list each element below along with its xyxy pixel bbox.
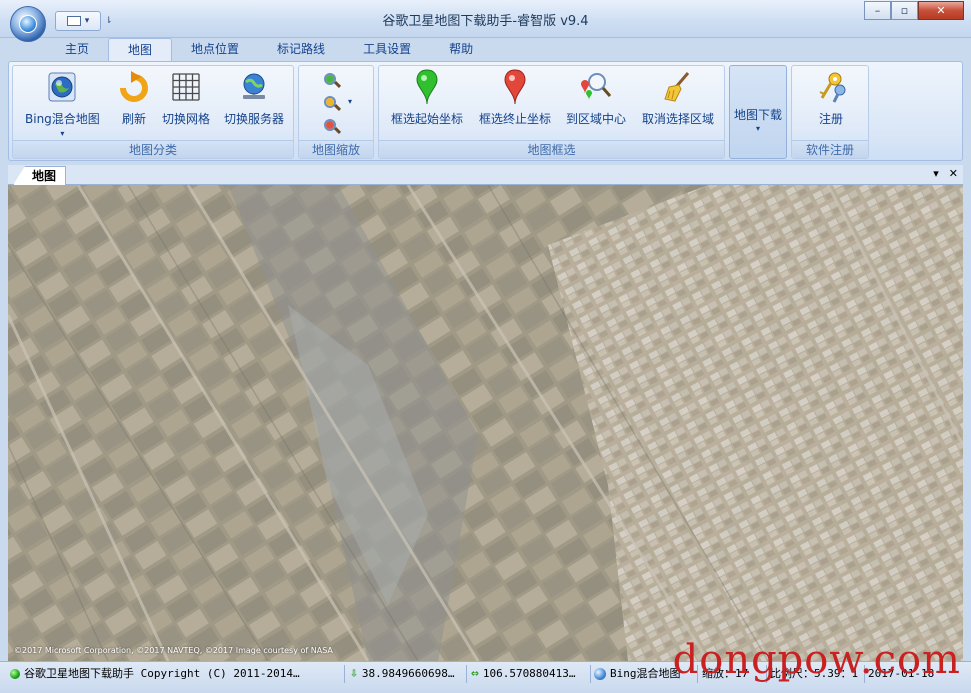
red-pin-icon xyxy=(498,69,532,105)
group-map-zoom-label: 地图缩放 xyxy=(299,140,373,158)
broom-icon xyxy=(661,70,695,104)
go-to-area-center-button[interactable]: 到区域中心 xyxy=(566,70,626,127)
zoom-out-dropdown-arrow[interactable]: ▾ xyxy=(348,97,352,106)
status-ok-icon xyxy=(10,669,20,679)
select-end-coordinate-button[interactable]: 框选终止坐标 xyxy=(479,69,552,127)
document-tab-controls: ▾ ✕ xyxy=(933,167,958,180)
restore-button[interactable]: ▫ xyxy=(891,1,918,20)
select-start-coordinate-label: 框选起始坐标 xyxy=(391,112,464,126)
document-close-button[interactable]: ✕ xyxy=(949,167,958,180)
tab-location[interactable]: 地点位置 xyxy=(172,38,258,62)
zoom-in-handle xyxy=(333,80,342,89)
server-icon xyxy=(237,70,271,104)
document-tab-map[interactable]: 地图 xyxy=(13,166,67,185)
keys-icon xyxy=(814,70,848,104)
toggle-grid-button[interactable]: 切换网格 xyxy=(162,70,210,127)
map-download-button[interactable]: 地图下载 ▾ xyxy=(729,65,787,159)
tab-home[interactable]: 主页 xyxy=(46,38,108,62)
zoom-reset-handle xyxy=(333,126,342,135)
ribbon-tabs: 主页 地图 地点位置 标记路线 工具设置 帮助 xyxy=(0,38,971,62)
group-map-category: Bing混合地图 ▾ 刷新 切换网格 切换服务器 地图分类 xyxy=(12,65,294,159)
status-app-text: 谷歌卫星地图下载助手 Copyright (C) 2011-2014… xyxy=(24,667,300,680)
document-tab-strip: 地图 ▾ ✕ xyxy=(8,165,963,185)
map-download-label: 地图下载 xyxy=(733,108,782,122)
group-map-category-label: 地图分类 xyxy=(13,140,293,158)
satellite-imagery xyxy=(8,185,963,661)
bing-hybrid-map-button[interactable]: Bing混合地图 ▾ xyxy=(25,70,100,138)
minimize-button[interactable]: – xyxy=(864,1,891,20)
status-latitude: ⇩ 38.9849660698… xyxy=(350,666,462,682)
app-logo-icon xyxy=(19,15,37,33)
title-bar: ▾ ⇂ 谷歌卫星地图下载助手-睿智版 v9.4 – ▫ ✕ xyxy=(0,0,971,42)
refresh-button[interactable]: 刷新 xyxy=(117,70,151,127)
tab-tool-settings[interactable]: 工具设置 xyxy=(344,38,430,62)
select-start-coordinate-button[interactable]: 框选起始坐标 xyxy=(391,69,464,127)
status-longitude-value: 106.570880413… xyxy=(482,667,576,680)
status-map-type-value: Bing混合地图 xyxy=(610,667,681,680)
map-download-dropdown-arrow: ▾ xyxy=(755,124,760,133)
switch-server-button[interactable]: 切换服务器 xyxy=(224,70,284,127)
cancel-selection-button[interactable]: 取消选择区域 xyxy=(642,70,714,127)
tab-help[interactable]: 帮助 xyxy=(430,38,492,62)
zoom-reset-mark xyxy=(326,121,334,129)
globe-icon xyxy=(45,70,79,104)
ribbon-panel: Bing混合地图 ▾ 刷新 切换网格 切换服务器 地图分类 ▾ 地图缩放 框选起… xyxy=(8,61,963,161)
window-title: 谷歌卫星地图下载助手-睿智版 v9.4 xyxy=(382,14,589,29)
switch-server-label: 切换服务器 xyxy=(224,112,285,126)
bing-hybrid-map-label: Bing混合地图 xyxy=(25,112,100,126)
grid-icon xyxy=(169,70,203,104)
map-credit: ©2017 Microsoft Corporation, ©2017 NAVTE… xyxy=(14,646,333,655)
satellite-map-view[interactable]: ©2017 Microsoft Corporation, ©2017 NAVTE… xyxy=(8,185,963,661)
status-latitude-value: 38.9849660698… xyxy=(361,667,455,680)
zoom-out-handle xyxy=(333,103,342,112)
window-controls: – ▫ ✕ xyxy=(864,1,964,20)
close-button[interactable]: ✕ xyxy=(918,1,964,20)
watermark: dongpow.com xyxy=(672,637,961,683)
locate-icon xyxy=(579,70,613,104)
application-menu-button[interactable] xyxy=(10,6,46,42)
status-longitude: ⇔ 106.570880413… xyxy=(471,666,586,682)
status-divider xyxy=(590,665,591,683)
latitude-arrow-icon: ⇩ xyxy=(350,666,358,681)
document-menu-button[interactable]: ▾ xyxy=(933,167,939,180)
group-software-register: 注册 软件注册 xyxy=(791,65,869,159)
toggle-grid-label: 切换网格 xyxy=(162,112,211,126)
bing-hybrid-map-dropdown-arrow[interactable]: ▾ xyxy=(60,129,64,138)
register-label: 注册 xyxy=(818,112,843,126)
status-app-info: 谷歌卫星地图下载助手 Copyright (C) 2011-2014… xyxy=(10,666,340,682)
zoom-reset-button[interactable] xyxy=(321,117,343,137)
longitude-arrow-icon: ⇔ xyxy=(471,666,479,681)
zoom-out-mark xyxy=(326,98,334,106)
register-button[interactable]: 注册 xyxy=(814,70,848,127)
zoom-out-button[interactable]: ▾ xyxy=(321,94,352,114)
cancel-selection-label: 取消选择区域 xyxy=(642,112,715,126)
tab-mark-route[interactable]: 标记路线 xyxy=(258,38,344,62)
tab-map[interactable]: 地图 xyxy=(108,38,173,62)
refresh-icon xyxy=(117,70,151,104)
zoom-in-mark xyxy=(326,75,334,83)
map-type-globe-icon xyxy=(594,668,606,680)
group-map-select: 框选起始坐标 框选终止坐标 到区域中心 取消选择区域 地图框选 xyxy=(378,65,725,159)
status-divider xyxy=(344,665,345,683)
select-end-coordinate-label: 框选终止坐标 xyxy=(479,112,552,126)
green-pin-icon xyxy=(410,69,444,105)
status-divider xyxy=(466,665,467,683)
go-to-area-center-label: 到区域中心 xyxy=(566,112,627,126)
group-map-select-label: 地图框选 xyxy=(379,140,724,158)
group-map-zoom: ▾ 地图缩放 xyxy=(298,65,374,159)
group-software-register-label: 软件注册 xyxy=(792,140,868,158)
zoom-in-button[interactable] xyxy=(321,71,343,91)
refresh-label: 刷新 xyxy=(121,112,146,126)
